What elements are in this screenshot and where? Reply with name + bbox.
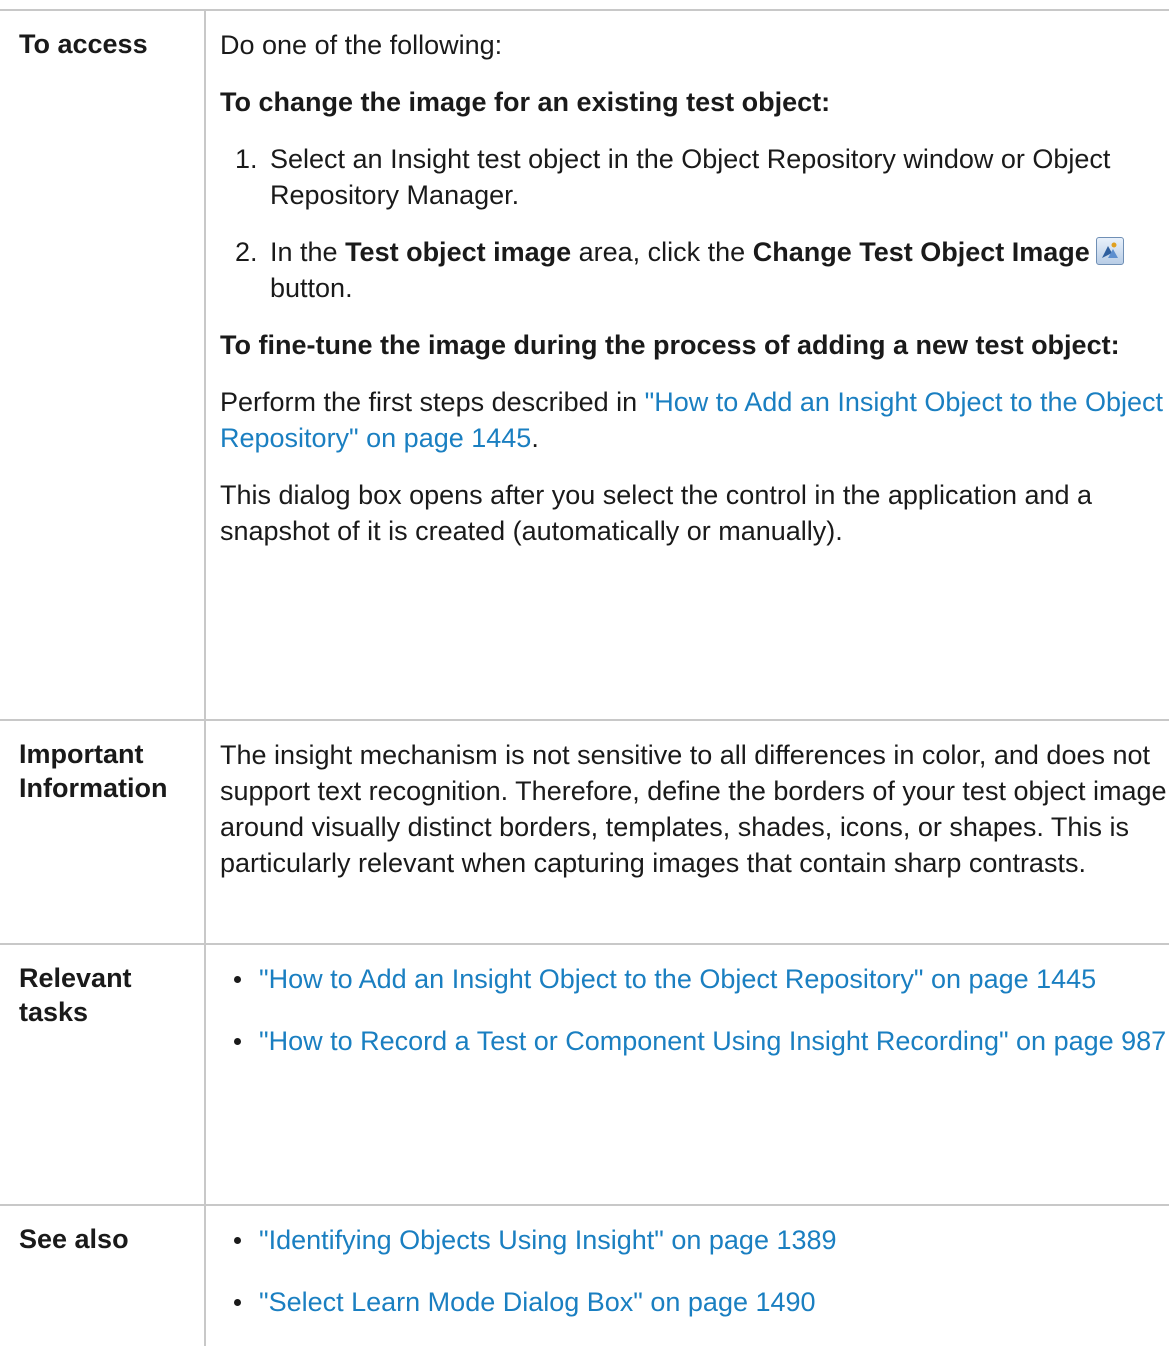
finetune-heading: To fine-tune the image during the proces… <box>220 330 1120 360</box>
link-record-insight[interactable]: "How to Record a Test or Component Using… <box>259 1026 1166 1056</box>
info-table: To access Do one of the following: To ch… <box>0 9 1169 1346</box>
row-label-important: Important Information <box>19 739 168 803</box>
content-cell: The insight mechanism is not sensitive t… <box>204 719 1169 945</box>
list-item: "Select Learn Mode Dialog Box" on page 1… <box>234 1284 1169 1320</box>
link-identifying-objects[interactable]: "Identifying Objects Using Insight" on p… <box>259 1225 837 1255</box>
content-cell: Do one of the following: To change the i… <box>204 9 1169 721</box>
see-also-list: "Identifying Objects Using Insight" on p… <box>220 1222 1169 1320</box>
table-row-access: To access Do one of the following: To ch… <box>0 9 1169 721</box>
row-label-tasks: Relevant tasks <box>19 963 132 1027</box>
table-row-tasks: Relevant tasks "How to Add an Insight Ob… <box>0 943 1169 1206</box>
step-1: Select an Insight test object in the Obj… <box>265 141 1169 213</box>
label-cell: Relevant tasks <box>0 943 206 1206</box>
perform-steps-text: Perform the first steps described in "Ho… <box>220 384 1169 456</box>
row-label-access: To access <box>19 29 148 59</box>
change-test-object-image-term: Change Test Object Image <box>752 237 1090 267</box>
tasks-list: "How to Add an Insight Object to the Obj… <box>220 961 1169 1059</box>
perform-prefix: Perform the first steps described in <box>220 387 645 417</box>
existing-object-heading: To change the image for an existing test… <box>220 87 831 117</box>
link-select-learn-mode[interactable]: "Select Learn Mode Dialog Box" on page 1… <box>259 1287 816 1317</box>
table-row-see-also: See also "Identifying Objects Using Insi… <box>0 1204 1169 1346</box>
step-2-prefix: In the <box>270 237 346 267</box>
content-cell: "Identifying Objects Using Insight" on p… <box>204 1204 1169 1346</box>
list-item: "How to Add an Insight Object to the Obj… <box>234 961 1169 997</box>
link-add-insight-object-task[interactable]: "How to Add an Insight Object to the Obj… <box>259 964 1096 994</box>
list-item: "Identifying Objects Using Insight" on p… <box>234 1222 1169 1258</box>
content-cell: "How to Add an Insight Object to the Obj… <box>204 943 1169 1206</box>
important-text: The insight mechanism is not sensitive t… <box>220 740 1167 878</box>
step-2: In the Test object image area, click the… <box>265 234 1169 306</box>
access-intro: Do one of the following: <box>220 30 503 60</box>
step-2-middle: area, click the <box>571 237 753 267</box>
change-test-object-image-icon <box>1095 237 1124 265</box>
row-label-see-also: See also <box>19 1224 129 1254</box>
label-cell: Important Information <box>0 719 206 945</box>
table-row-important: Important Information The insight mechan… <box>0 719 1169 945</box>
test-object-image-term: Test object image <box>345 237 572 267</box>
label-cell: See also <box>0 1204 206 1346</box>
label-cell: To access <box>0 9 206 721</box>
steps-list: Select an Insight test object in the Obj… <box>220 141 1169 306</box>
step-1-text: Select an Insight test object in the Obj… <box>270 144 1111 210</box>
dialog-note: This dialog box opens after you select t… <box>220 480 1093 546</box>
list-item: "How to Record a Test or Component Using… <box>234 1023 1169 1059</box>
perform-suffix: . <box>531 423 539 453</box>
help-page: To access Do one of the following: To ch… <box>0 0 1169 1346</box>
step-2-suffix: button. <box>270 273 353 303</box>
